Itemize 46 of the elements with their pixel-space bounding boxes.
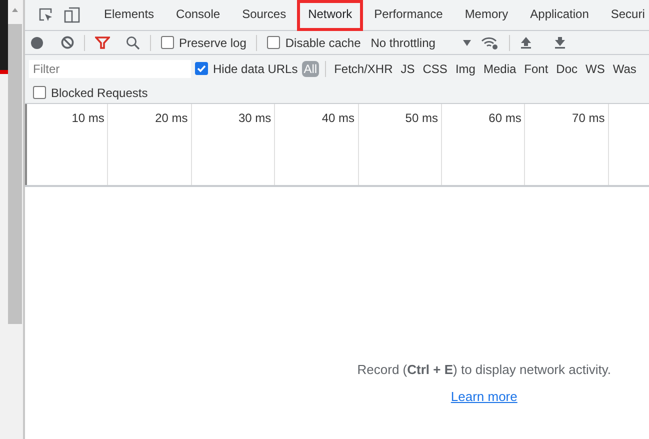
empty-state-message: Record (Ctrl + E) to display network activity. [357,362,611,377]
upload-icon[interactable] [520,36,532,49]
time-tick-label: 60 ms [488,111,522,125]
type-filter-button[interactable]: Doc [554,60,580,76]
type-filter-button[interactable]: Fetch/XHR [332,60,395,76]
tab[interactable]: Application [519,0,600,30]
type-filter-button[interactable]: JS [398,60,417,76]
tab[interactable]: Performance [363,0,454,30]
type-filter-button[interactable]: Img [453,60,478,76]
download-icon[interactable] [554,36,566,49]
tab[interactable]: Elements [93,0,166,30]
search-icon[interactable] [126,36,140,50]
record-icon[interactable] [31,36,43,48]
checkbox[interactable] [267,36,280,49]
tab[interactable]: Network [297,0,364,30]
learn-more-link[interactable]: Learn more [450,389,518,404]
device-toggle-icon[interactable] [64,7,80,23]
time-tick-label: 10 ms [72,111,104,125]
filter-input[interactable]: Filter [29,60,191,78]
time-tick-label: 40 ms [322,111,355,125]
checkbox[interactable] [195,62,208,75]
checkbox[interactable] [33,86,46,99]
tab[interactable]: Sources [231,0,298,30]
type-filter-button[interactable]: CSS [420,60,450,76]
caret-icon [463,40,472,46]
time-tick-label: 30 ms [238,111,272,125]
type-filter-button[interactable]: Media [481,60,518,76]
clear-icon[interactable] [61,36,74,49]
checkbox-label: Hide data URLs [213,62,298,76]
tab[interactable]: Console [165,0,232,30]
checkbox-label: Blocked Requests [51,86,148,100]
throttling-dropdown[interactable]: No throttling [366,36,476,50]
type-filter-button[interactable]: WS [584,60,607,76]
filter-icon[interactable] [95,36,110,49]
checkbox-label: Preserve log [179,36,246,50]
type-filter-button[interactable]: Was [610,60,638,76]
checkbox[interactable] [161,36,174,49]
tab[interactable]: Securi [600,0,649,30]
time-tick-label: 70 ms [572,111,605,125]
type-filter-button[interactable]: Font [522,60,550,76]
inspect-icon[interactable] [38,7,54,23]
tab[interactable]: Memory [454,0,520,30]
checkbox-label: Disable cache [285,36,361,50]
time-tick-label: 50 ms [405,111,438,125]
network-conditions-icon[interactable] [481,36,500,50]
time-tick-label: 20 ms [155,111,188,125]
